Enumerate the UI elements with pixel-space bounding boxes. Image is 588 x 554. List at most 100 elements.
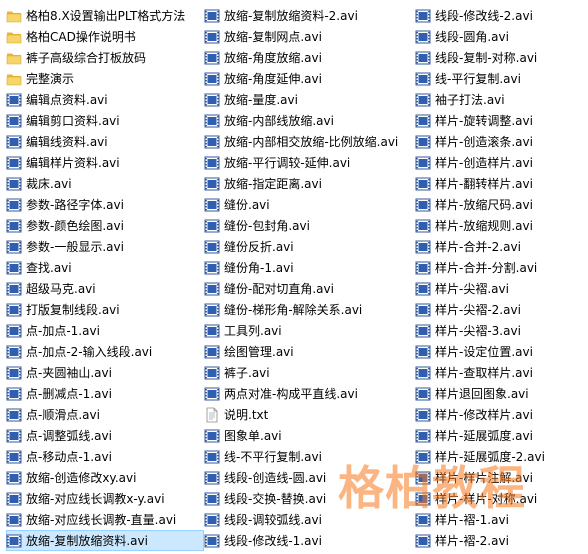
file-item[interactable]: 缝份-梯形角-解除关系.avi xyxy=(204,299,412,320)
video-file-icon xyxy=(204,323,220,339)
file-item[interactable]: 样片-尖褶-3.avi xyxy=(415,320,585,341)
file-item[interactable]: 缝份-配对切直角.avi xyxy=(204,278,412,299)
video-file-icon xyxy=(204,428,220,444)
file-item[interactable]: 线段-修改线-1.avi xyxy=(204,530,412,551)
file-item[interactable]: 参数-路径字体.avi xyxy=(6,194,204,215)
file-item[interactable]: 点-夹圆袖山.avi xyxy=(6,362,204,383)
file-item[interactable]: 缝份反折.avi xyxy=(204,236,412,257)
file-item[interactable]: 样片-尖褶.avi xyxy=(415,278,585,299)
file-item[interactable]: 样片-尖褶-2.avi xyxy=(415,299,585,320)
file-item[interactable]: 放缩-平行调较-延伸.avi xyxy=(204,152,412,173)
file-item[interactable]: 放缩-复制放缩资料-2.avi xyxy=(204,5,412,26)
folder-item[interactable]: 格柏CAD操作说明书 xyxy=(6,26,204,47)
file-item[interactable]: 参数-颜色绘图.avi xyxy=(6,215,204,236)
file-item[interactable]: 裤子.avi xyxy=(204,362,412,383)
file-item[interactable]: 样片-放缩尺码.avi xyxy=(415,194,585,215)
file-item[interactable]: 点-顺滑点.avi xyxy=(6,404,204,425)
file-item[interactable]: 打版复制线段.avi xyxy=(6,299,204,320)
folder-item[interactable]: 完整演示 xyxy=(6,68,204,89)
file-item[interactable]: 样片-设定位置.avi xyxy=(415,341,585,362)
file-item[interactable]: 线段-调较弧线.avi xyxy=(204,509,412,530)
file-item[interactable]: 放缩-内部相交放缩-比例放缩.avi xyxy=(204,131,412,152)
file-item[interactable]: 缝份-包封角.avi xyxy=(204,215,412,236)
file-item[interactable]: 样片退回图象.avi xyxy=(415,383,585,404)
file-item[interactable]: 编辑样片资料.avi xyxy=(6,152,204,173)
file-item[interactable]: 样片-创造滚条.avi xyxy=(415,131,585,152)
file-item[interactable]: 图象单.avi xyxy=(204,425,412,446)
file-item[interactable]: 缝份角-1.avi xyxy=(204,257,412,278)
file-item[interactable]: 点-删减点-1.avi xyxy=(6,383,204,404)
video-file-icon xyxy=(415,218,431,234)
file-item[interactable]: 放缩-角度延伸.avi xyxy=(204,68,412,89)
file-item[interactable]: 编辑点资料.avi xyxy=(6,89,204,110)
file-item[interactable]: 样片-旋转调整.avi xyxy=(415,110,585,131)
video-file-icon xyxy=(415,323,431,339)
file-item[interactable]: 放缩-创造修改xy.avi xyxy=(6,467,204,488)
file-item[interactable]: 工具列.avi xyxy=(204,320,412,341)
file-item[interactable]: 查找.avi xyxy=(6,257,204,278)
file-item[interactable]: 样片-延展弧度-2.avi xyxy=(415,446,585,467)
file-item[interactable]: 放缩-复制放缩资料.avi xyxy=(6,530,204,551)
file-item[interactable]: 编辑线资料.avi xyxy=(6,131,204,152)
file-item[interactable]: 线-不平行复制.avi xyxy=(204,446,412,467)
file-item[interactable]: 样片-延展弧度.avi xyxy=(415,425,585,446)
folder-icon xyxy=(6,50,22,66)
file-item[interactable]: 放缩-内部线放缩.avi xyxy=(204,110,412,131)
file-item[interactable]: 样片-褶-1.avi xyxy=(415,509,585,530)
file-item[interactable]: 缝份.avi xyxy=(204,194,412,215)
file-name: 样片-延展弧度.avi xyxy=(435,429,533,443)
file-item[interactable]: 线段-圆角.avi xyxy=(415,26,585,47)
video-file-icon xyxy=(204,134,220,150)
file-column-1: 格柏8.X设置输出PLT格式方法 格柏CAD操作说明书 裤子高级综合打板放码完整演示… xyxy=(6,5,204,551)
file-item[interactable]: 点-加点-1.avi xyxy=(6,320,204,341)
file-item[interactable]: 点-移动点-1.avi xyxy=(6,446,204,467)
video-file-icon xyxy=(6,302,22,318)
file-item[interactable]: 样片-查取样片.avi xyxy=(415,362,585,383)
file-item[interactable]: 样片-翻转样片.avi xyxy=(415,173,585,194)
file-item[interactable]: 样片-修改样片.avi xyxy=(415,404,585,425)
file-item[interactable]: 放缩-对应线长调教x-y.avi xyxy=(6,488,204,509)
video-file-icon xyxy=(204,8,220,24)
file-item[interactable]: 袖子打法.avi xyxy=(415,89,585,110)
video-file-icon xyxy=(204,449,220,465)
file-item[interactable]: 两点对准-构成平直线.avi xyxy=(204,383,412,404)
folder-item[interactable]: 格柏8.X设置输出PLT格式方法 xyxy=(6,5,204,26)
file-name: 放缩-复制放缩资料-2.avi xyxy=(224,9,358,23)
video-file-icon xyxy=(415,92,431,108)
file-item[interactable]: 点-调整弧线.avi xyxy=(6,425,204,446)
folder-item[interactable]: 裤子高级综合打板放码 xyxy=(6,47,204,68)
file-item[interactable]: 线-平行复制.avi xyxy=(415,68,585,89)
file-item[interactable]: 超级马克.avi xyxy=(6,278,204,299)
file-item[interactable]: 样片-样片注解.avi xyxy=(415,467,585,488)
file-item[interactable]: 说明.txt xyxy=(204,404,412,425)
file-item[interactable]: 线段-复制-对称.avi xyxy=(415,47,585,68)
file-item[interactable]: 参数-一般显示.avi xyxy=(6,236,204,257)
video-file-icon xyxy=(204,155,220,171)
file-item[interactable]: 样片-合并-分割.avi xyxy=(415,257,585,278)
file-item[interactable]: 放缩-复制网点.avi xyxy=(204,26,412,47)
file-list-view[interactable]: 格柏8.X设置输出PLT格式方法 格柏CAD操作说明书 裤子高级综合打板放码完整演示… xyxy=(0,0,588,554)
file-item[interactable]: 样片-褶-2.avi xyxy=(415,530,585,551)
file-item[interactable]: 样片-创造样片.avi xyxy=(415,152,585,173)
file-name: 完整演示 xyxy=(26,72,75,86)
file-name: 说明.txt xyxy=(224,408,269,422)
file-name: 点-移动点-1.avi xyxy=(26,450,112,464)
video-file-icon xyxy=(415,512,431,528)
video-file-icon xyxy=(6,407,22,423)
file-item[interactable]: 放缩-量度.avi xyxy=(204,89,412,110)
file-item[interactable]: 样片-样片-对称.avi xyxy=(415,488,585,509)
file-item[interactable]: 样片-合并-2.avi xyxy=(415,236,585,257)
file-item[interactable]: 放缩-指定距离.avi xyxy=(204,173,412,194)
file-item[interactable]: 编辑剪口资料.avi xyxy=(6,110,204,131)
file-item[interactable]: 线段-修改线-2.avi xyxy=(415,5,585,26)
file-item[interactable]: 样片-放缩规则.avi xyxy=(415,215,585,236)
file-item[interactable]: 点-加点-2-输入线段.avi xyxy=(6,341,204,362)
file-item[interactable]: 裁床.avi xyxy=(6,173,204,194)
file-item[interactable]: 线段-创造线-圆.avi xyxy=(204,467,412,488)
file-item[interactable]: 绘图管理.avi xyxy=(204,341,412,362)
file-item[interactable]: 线段-交换-替换.avi xyxy=(204,488,412,509)
file-item[interactable]: 放缩-角度放缩.avi xyxy=(204,47,412,68)
file-name: 放缩-量度.avi xyxy=(224,93,298,107)
file-name: 缝份.avi xyxy=(224,198,270,212)
file-item[interactable]: 放缩-对应线长调教-直量.avi xyxy=(6,509,204,530)
